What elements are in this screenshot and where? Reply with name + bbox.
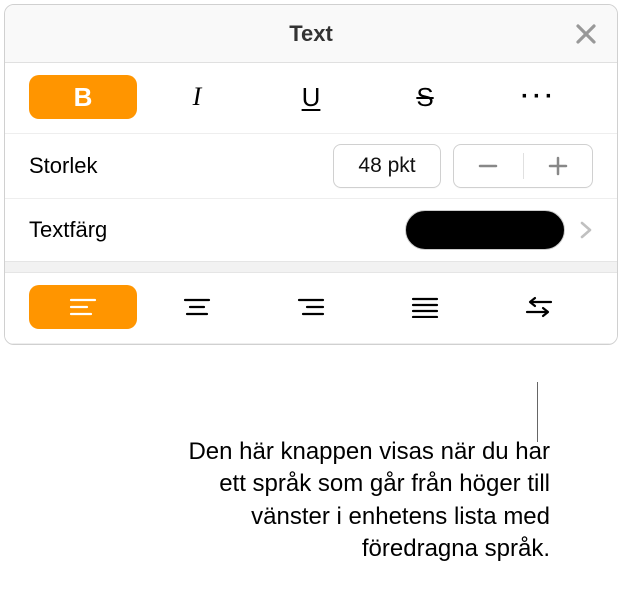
align-center-icon: [183, 297, 211, 317]
align-justify-icon: [411, 296, 439, 318]
panel-title: Text: [289, 21, 333, 47]
size-value[interactable]: 48 pkt: [333, 144, 441, 188]
bold-button[interactable]: B: [29, 75, 137, 119]
align-justify-button[interactable]: [371, 285, 479, 329]
callout-text: Den här knappen visas när du har ett spr…: [160, 436, 550, 566]
align-right-icon: [297, 297, 325, 317]
rtl-direction-button[interactable]: [485, 285, 593, 329]
text-color-label: Textfärg: [29, 217, 405, 243]
underline-button[interactable]: U: [257, 75, 365, 119]
size-row: Storlek 48 pkt: [5, 134, 617, 199]
underline-glyph: U: [302, 82, 321, 113]
chevron-right-icon: [579, 219, 593, 241]
callout-leader-line: [537, 382, 538, 442]
plus-icon: [547, 155, 569, 177]
size-stepper: [453, 144, 593, 188]
size-increase-button[interactable]: [524, 145, 593, 187]
strike-glyph: S: [416, 82, 433, 113]
more-styles-button[interactable]: ···: [485, 75, 593, 119]
panel-header: Text: [5, 5, 617, 63]
strikethrough-button[interactable]: S: [371, 75, 479, 119]
text-style-row: B I U S ···: [5, 63, 617, 134]
minus-icon: [477, 155, 499, 177]
alignment-section: [5, 273, 617, 344]
size-label: Storlek: [29, 153, 333, 179]
align-right-button[interactable]: [257, 285, 365, 329]
italic-button[interactable]: I: [143, 75, 251, 119]
close-icon: [573, 21, 599, 47]
align-center-button[interactable]: [143, 285, 251, 329]
align-left-button[interactable]: [29, 285, 137, 329]
alignment-row: [5, 273, 617, 344]
text-format-panel: Text B I U S ··· Storlek 48 pkt: [4, 4, 618, 345]
close-button[interactable]: [573, 21, 599, 47]
section-divider: [5, 261, 617, 273]
align-left-icon: [69, 297, 97, 317]
rtl-direction-icon: [524, 295, 554, 319]
text-color-row[interactable]: Textfärg: [5, 199, 617, 261]
text-color-swatch[interactable]: [405, 210, 565, 250]
size-decrease-button[interactable]: [454, 145, 523, 187]
style-section: B I U S ··· Storlek 48 pkt: [5, 63, 617, 261]
text-color-disclosure[interactable]: [579, 219, 593, 241]
